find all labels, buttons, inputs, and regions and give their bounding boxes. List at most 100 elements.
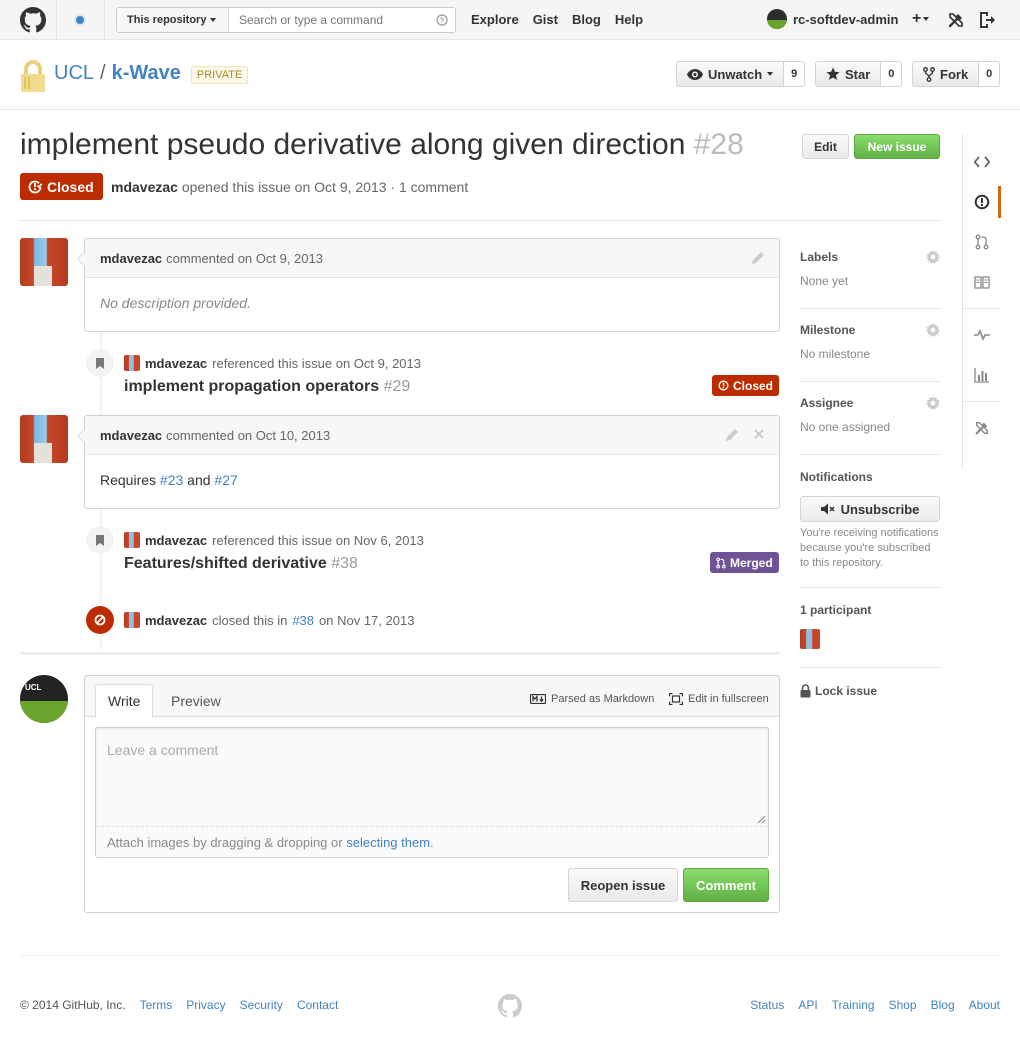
help-circle-icon[interactable]: ?: [429, 8, 455, 32]
star-button[interactable]: Star: [815, 61, 882, 87]
issue-link[interactable]: #23: [160, 472, 183, 488]
repo-nav-settings[interactable]: [963, 408, 1000, 448]
tab-write[interactable]: Write: [95, 684, 154, 718]
close-icon[interactable]: [753, 428, 765, 442]
github-mark-icon[interactable]: [498, 994, 522, 1018]
site-header: This repository ? Explore Gist Blog Help…: [0, 0, 1020, 40]
resize-handle-icon[interactable]: [757, 815, 766, 824]
issue-meta-text: opened this issue on Oct 9, 2013 · 1 com…: [181, 179, 469, 195]
repo-nav-pulse[interactable]: [963, 315, 1000, 355]
repo-owner-link[interactable]: UCL: [54, 62, 94, 85]
comment-textarea[interactable]: Leave a comment Attach images by draggin…: [95, 727, 769, 858]
avatar[interactable]: [20, 238, 68, 286]
tools-icon[interactable]: [947, 11, 965, 29]
markdown-label: Parsed as Markdown: [551, 693, 655, 705]
footer-link-contact[interactable]: Contact: [297, 998, 338, 1012]
repo-nav-divider: [963, 401, 1000, 402]
avatar[interactable]: UCL: [20, 675, 68, 723]
create-new-dropdown[interactable]: +: [912, 10, 930, 28]
avatar[interactable]: [20, 415, 68, 463]
notifications-indicator-icon[interactable]: [66, 9, 94, 31]
sign-out-icon[interactable]: [978, 10, 996, 30]
reopen-issue-button[interactable]: Reopen issue: [568, 868, 678, 902]
footer-left: © 2014 GitHub, Inc. Terms Privacy Securi…: [20, 998, 338, 1012]
pencil-icon[interactable]: [751, 251, 765, 265]
event-author-link[interactable]: mdavezac: [145, 613, 207, 628]
lock-issue-link[interactable]: Lock issue: [800, 684, 877, 698]
issue-link[interactable]: #27: [214, 472, 237, 488]
edit-button[interactable]: Edit: [802, 134, 849, 159]
unsubscribe-button[interactable]: Unsubscribe: [800, 496, 940, 522]
nav-explore[interactable]: Explore: [471, 12, 519, 27]
gear-icon[interactable]: [926, 323, 940, 337]
attach-images-bar[interactable]: Attach images by dragging & dropping or …: [96, 826, 768, 857]
fork-label: Fork: [940, 66, 969, 82]
gear-icon[interactable]: [926, 250, 940, 264]
sidebar-value: No one assigned: [800, 420, 891, 434]
comment-author-link[interactable]: mdavezac: [100, 428, 162, 443]
search-scope-dropdown[interactable]: This repository: [117, 8, 229, 32]
title-divider: [20, 220, 940, 221]
bookmark-icon: [96, 534, 104, 546]
markdown-help-link[interactable]: Parsed as Markdown: [530, 693, 654, 705]
pencil-icon[interactable]: [725, 428, 739, 442]
fork-count[interactable]: 0: [979, 61, 1001, 87]
repo-nav-divider: [963, 308, 1000, 309]
event-text: closed this in: [212, 612, 288, 628]
event-author-link[interactable]: mdavezac: [145, 356, 207, 371]
issue-author-link[interactable]: mdavezac: [111, 179, 178, 195]
circle-slash-icon: [94, 614, 106, 626]
search-input[interactable]: [229, 8, 429, 32]
referenced-pr-link[interactable]: Features/shifted derivative #38: [124, 555, 358, 573]
repo-nav-graphs[interactable]: [963, 355, 1000, 395]
discussion-end-divider: [20, 652, 780, 655]
repo-name-link[interactable]: k-Wave: [112, 62, 181, 85]
pr-link[interactable]: #38: [292, 613, 314, 628]
pr-state-badge: Merged: [710, 552, 779, 573]
avatar[interactable]: [124, 612, 140, 628]
repo-nav-code[interactable]: [963, 142, 1000, 182]
footer-link-api[interactable]: API: [798, 998, 817, 1012]
fullscreen-link[interactable]: Edit in fullscreen: [669, 693, 769, 705]
select-files-link[interactable]: selecting them: [346, 835, 430, 850]
gear-icon[interactable]: [926, 396, 940, 410]
fork-group: Fork 0: [912, 61, 1001, 87]
footer-link-shop[interactable]: Shop: [889, 998, 917, 1012]
comment-timestamp[interactable]: commented on Oct 9, 2013: [166, 251, 323, 266]
avatar[interactable]: [124, 532, 140, 548]
nav-help[interactable]: Help: [615, 12, 643, 27]
avatar[interactable]: [124, 355, 140, 371]
comment-form-tabs: Write Preview Parsed as Markdown Edit in…: [85, 676, 779, 718]
repo-nav-pull-requests[interactable]: [963, 222, 1000, 262]
comment-timestamp[interactable]: commented on Oct 10, 2013: [166, 428, 330, 443]
event-badge: [86, 526, 114, 554]
nav-blog[interactable]: Blog: [572, 12, 601, 27]
watch-count[interactable]: 9: [784, 61, 806, 87]
lock-issue-label: Lock issue: [815, 684, 878, 698]
footer-link-training[interactable]: Training: [832, 998, 875, 1012]
referenced-issue-number: #29: [383, 378, 411, 395]
footer-link-terms[interactable]: Terms: [140, 998, 173, 1012]
notifications-reason: You're receiving notifications because y…: [800, 527, 939, 569]
tab-preview[interactable]: Preview: [159, 684, 233, 718]
footer-link-privacy[interactable]: Privacy: [186, 998, 225, 1012]
participant-avatar[interactable]: [800, 629, 820, 649]
github-octocat-icon[interactable]: [20, 7, 46, 33]
footer-link-security[interactable]: Security: [240, 998, 283, 1012]
comment-button[interactable]: Comment: [683, 868, 769, 902]
referenced-issue-link[interactable]: implement propagation operators #29: [124, 378, 410, 396]
footer-link-blog[interactable]: Blog: [931, 998, 955, 1012]
user-menu[interactable]: rc-softdev-admin: [767, 9, 898, 29]
repo-nav-issues[interactable]: [963, 182, 1001, 222]
star-count[interactable]: 0: [881, 61, 903, 87]
new-comment-form: Write Preview Parsed as Markdown Edit in…: [84, 675, 780, 913]
new-issue-button[interactable]: New issue: [854, 134, 940, 159]
footer-link-about[interactable]: About: [969, 998, 1000, 1012]
unwatch-button[interactable]: Unwatch: [676, 61, 785, 87]
repo-nav-wiki[interactable]: [963, 262, 1000, 302]
comment-author-link[interactable]: mdavezac: [100, 251, 162, 266]
nav-gist[interactable]: Gist: [533, 12, 558, 27]
event-author-link[interactable]: mdavezac: [145, 533, 207, 548]
footer-link-status[interactable]: Status: [750, 998, 784, 1012]
fork-button[interactable]: Fork: [912, 61, 980, 87]
